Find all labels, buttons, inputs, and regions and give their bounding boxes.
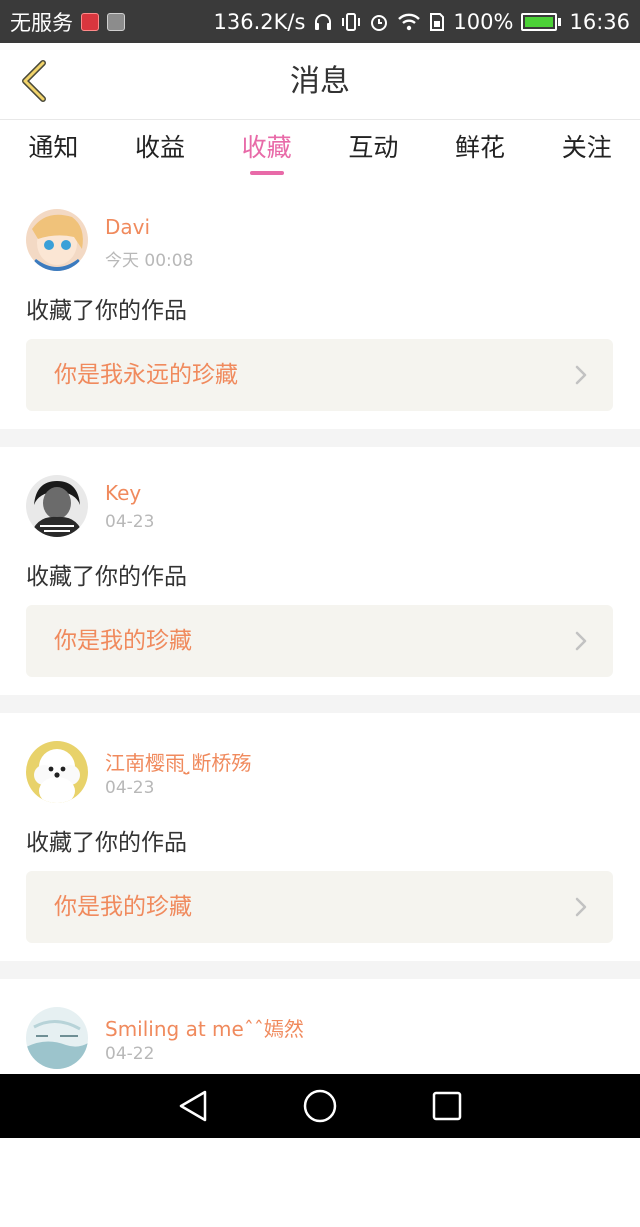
tab-bar: 通知 收益 收藏 互动 鲜花 关注 — [0, 121, 640, 181]
action-text: 收藏了你的作品 — [26, 564, 187, 590]
clock: 16:36 — [569, 9, 630, 34]
active-tab-indicator — [249, 171, 284, 175]
carrier-text: 无服务 — [10, 10, 73, 35]
divider — [0, 961, 640, 979]
circle-home-icon — [303, 1089, 337, 1123]
work-title: 你是我的珍藏 — [54, 894, 192, 920]
nav-recents-button[interactable] — [427, 1086, 467, 1126]
work-title: 你是我永远的珍藏 — [54, 362, 238, 388]
square-recents-icon — [432, 1091, 461, 1121]
avatar[interactable] — [26, 1007, 88, 1069]
image-notification-icon — [107, 12, 125, 31]
network-speed: 136.2K/s — [213, 9, 306, 34]
status-bar: 无服务 136.2K/s 100% 16:36 — [0, 0, 640, 43]
avatar[interactable] — [26, 209, 88, 271]
action-text: 收藏了你的作品 — [26, 298, 187, 324]
work-link[interactable]: 你是我永远的珍藏 — [26, 339, 613, 411]
app-notification-icon — [81, 12, 99, 31]
work-link[interactable]: 你是我的珍藏 — [26, 871, 613, 943]
username[interactable]: Key — [105, 481, 141, 505]
chevron-right-icon — [575, 897, 587, 917]
timestamp: 今天 00:08 — [105, 251, 194, 271]
username[interactable]: 江南樱雨 ̤̮断桥殇 — [105, 747, 251, 776]
message-card: Davi 今天 00:08 收藏了你的作品 你是我永远的珍藏 — [0, 181, 640, 429]
page-title: 消息 — [290, 64, 350, 99]
triangle-back-icon — [180, 1090, 207, 1122]
timestamp: 04-22 — [105, 1044, 155, 1064]
tab-notifications[interactable]: 通知 — [0, 121, 107, 181]
battery-percent: 100% — [453, 9, 514, 34]
vibrate-icon — [341, 12, 361, 32]
tab-favorites[interactable]: 收藏 — [213, 121, 320, 181]
nav-home-button[interactable] — [300, 1086, 340, 1126]
tab-favorites-label: 收藏 — [241, 133, 292, 162]
tab-follows[interactable]: 关注 — [533, 121, 640, 181]
avatar[interactable] — [26, 475, 88, 537]
battery-icon — [521, 12, 562, 31]
tab-flowers[interactable]: 鲜花 — [427, 121, 534, 181]
system-nav-bar — [0, 1074, 640, 1138]
timestamp: 04-23 — [105, 512, 155, 532]
tab-interactions[interactable]: 互动 — [320, 121, 427, 181]
work-title: 你是我的珍藏 — [54, 628, 192, 654]
username[interactable]: Smiling at meˆˆ嫣然 — [105, 1013, 304, 1042]
work-link[interactable]: 你是我的珍藏 — [26, 605, 613, 677]
app-header: 消息 — [0, 43, 640, 120]
tab-earnings[interactable]: 收益 — [107, 121, 214, 181]
alarm-icon — [369, 12, 389, 32]
message-card: Key 04-23 收藏了你的作品 你是我的珍藏 — [0, 447, 640, 695]
divider — [0, 695, 640, 713]
chevron-right-icon — [575, 631, 587, 651]
nav-back-button[interactable] — [173, 1086, 213, 1126]
chevron-right-icon — [575, 365, 587, 385]
divider — [0, 429, 640, 447]
timestamp: 04-23 — [105, 778, 155, 798]
message-card: 江南樱雨 ̤̮断桥殇 04-23 收藏了你的作品 你是我的珍藏 — [0, 713, 640, 961]
avatar[interactable] — [26, 741, 88, 803]
headphones-icon — [313, 12, 333, 32]
wifi-icon — [397, 12, 421, 32]
sim-card-icon — [429, 12, 445, 32]
action-text: 收藏了你的作品 — [26, 830, 187, 856]
username[interactable]: Davi — [105, 215, 150, 239]
message-list: Davi 今天 00:08 收藏了你的作品 你是我永远的珍藏 Key 04-23… — [0, 181, 640, 1227]
